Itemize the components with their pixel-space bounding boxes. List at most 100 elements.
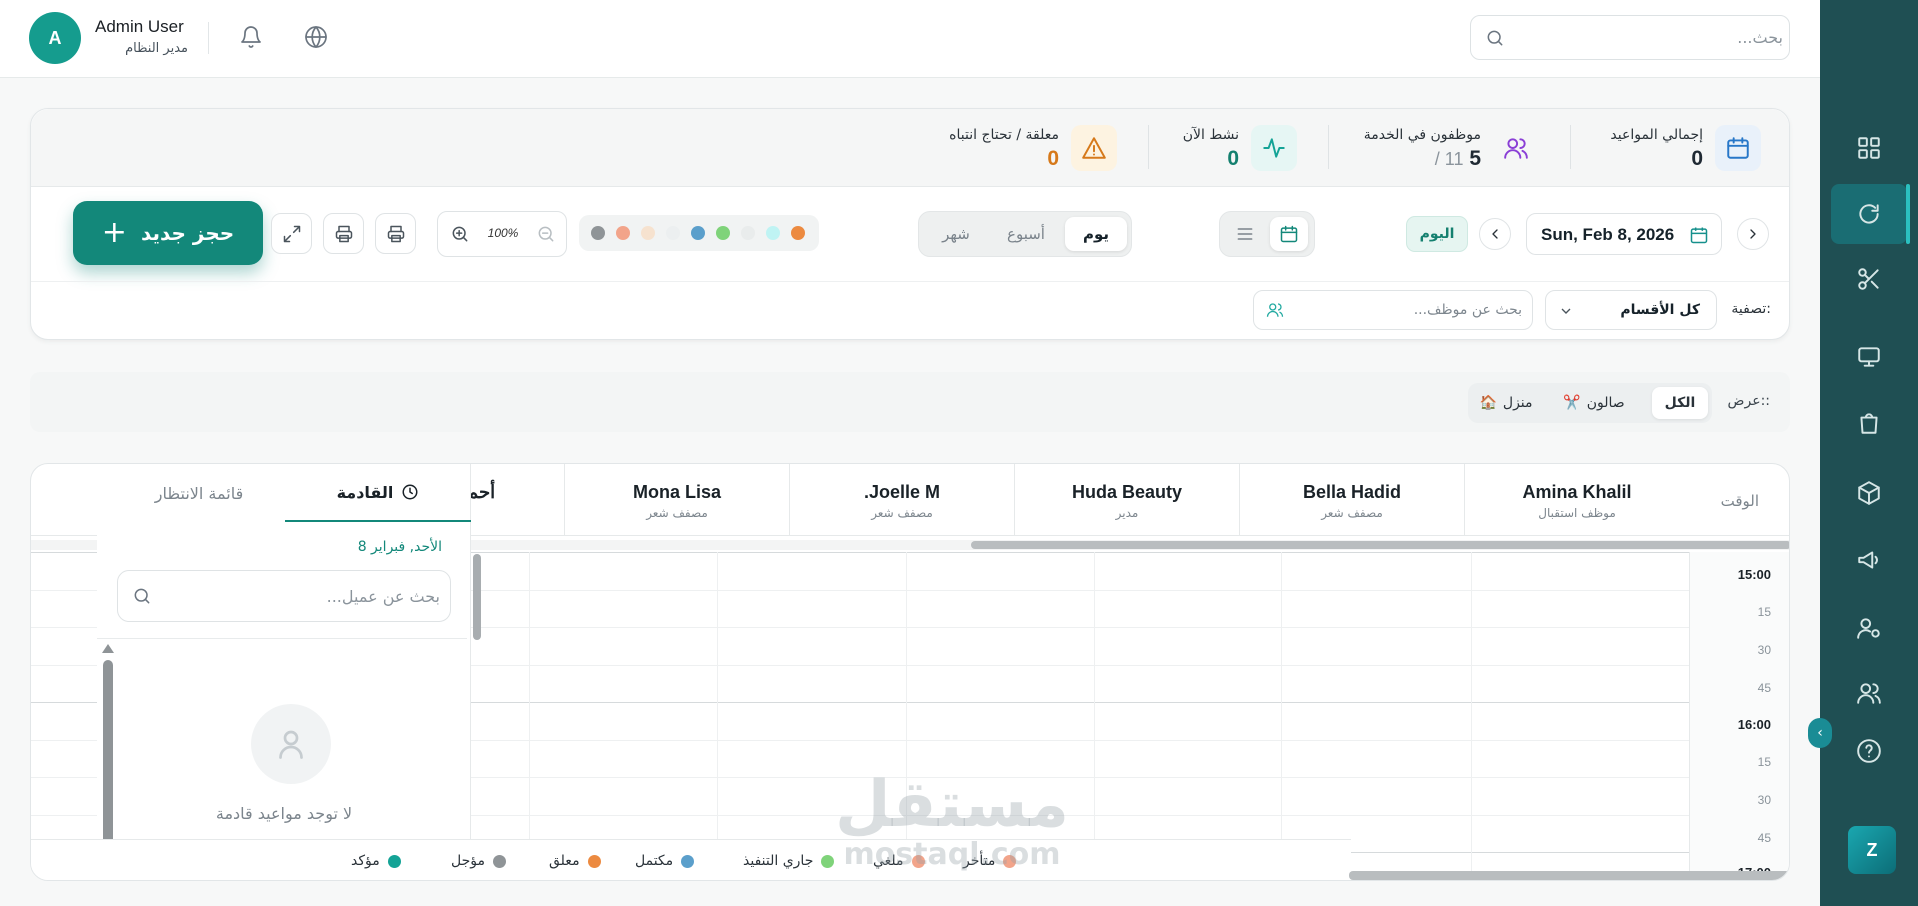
sidebar-item-products[interactable]	[1831, 463, 1907, 523]
date-picker[interactable]: Sun, Feb 8, 2026	[1526, 213, 1722, 255]
staff-column-header[interactable]: Huda Beauty مدير	[1014, 464, 1239, 536]
sidebar-item-pos[interactable]	[1831, 327, 1907, 387]
stat-count: 5	[1469, 147, 1481, 170]
users-icon	[1857, 683, 1881, 704]
staff-column-header[interactable]: Joelle M. مصفف شعر	[789, 464, 1014, 536]
print-schedule-button[interactable]	[375, 213, 416, 254]
zoom-out-icon	[538, 226, 554, 242]
package-box-icon	[1858, 481, 1880, 505]
sidebar-user-avatar[interactable]: Z	[1848, 826, 1896, 874]
stat-label: معلقة / تحتاج انتباه	[949, 127, 1059, 143]
dashboard-grid-icon	[1858, 137, 1880, 159]
column-divider	[529, 552, 530, 880]
calendar-view-button[interactable]	[1270, 217, 1308, 251]
top-bar: A Admin User مدير النظام	[0, 0, 1820, 78]
staff-role: مصفف شعر	[871, 506, 933, 520]
color-swatch[interactable]	[716, 226, 730, 240]
legend-label: مؤجل	[451, 853, 485, 869]
scrollbar-thumb[interactable]	[971, 541, 1789, 549]
color-swatch[interactable]	[616, 226, 630, 240]
display-option-label: منزل	[1502, 395, 1533, 411]
legend-dot	[493, 854, 506, 868]
client-search[interactable]	[117, 570, 451, 622]
department-select[interactable]: كل الأقسام	[1545, 290, 1717, 330]
staff-role: موظف استقبال	[1538, 506, 1616, 520]
calendar-icon	[1715, 125, 1761, 171]
color-swatch[interactable]	[691, 226, 705, 240]
divider	[1328, 125, 1329, 169]
display-option-home[interactable]: 🏠 منزل	[1470, 387, 1542, 419]
legend-dot	[1003, 854, 1017, 868]
panel-scrollbar[interactable]	[473, 554, 481, 640]
new-booking-button[interactable]: حجز جديد +	[73, 201, 263, 265]
stat-total: / 11	[1434, 149, 1464, 169]
color-swatch[interactable]	[791, 226, 805, 240]
layout-toggle	[1219, 211, 1315, 257]
color-swatch[interactable]	[591, 226, 605, 240]
tab-upcoming[interactable]: القادمة	[285, 464, 471, 522]
employee-search[interactable]	[1253, 290, 1533, 330]
employee-search-input[interactable]	[1294, 291, 1522, 329]
display-filter-bar: عرض:: الكل ✂️ صالون 🏠 منزل	[30, 372, 1790, 432]
print-button[interactable]	[323, 213, 364, 254]
zoom-out-button[interactable]	[536, 224, 556, 244]
staff-column-header[interactable]: Mona Lisa مصفف شعر	[564, 464, 789, 536]
sidebar-collapse-button[interactable]: ‹	[1808, 718, 1832, 748]
tab-week[interactable]: أسبوع	[995, 217, 1057, 251]
sidebar-item-marketing[interactable]	[1831, 530, 1907, 590]
staff-column-header[interactable]: Bella Hadid مصفف شعر	[1239, 464, 1464, 536]
zoom-in-button[interactable]	[450, 224, 470, 244]
sidebar-item-help[interactable]	[1831, 721, 1907, 781]
column-divider	[906, 552, 907, 880]
tab-month[interactable]: شهر	[925, 217, 987, 251]
sidebar-item-staff-settings[interactable]	[1831, 598, 1907, 658]
globe-icon	[305, 26, 327, 48]
today-button[interactable]: اليوم	[1406, 216, 1468, 252]
empty-user-icon	[251, 704, 331, 784]
color-swatch[interactable]	[641, 226, 655, 240]
color-swatch[interactable]	[766, 226, 780, 240]
next-date-button[interactable]	[1737, 218, 1769, 250]
new-booking-label: حجز جديد	[140, 221, 235, 245]
notifications-button[interactable]	[236, 22, 266, 52]
sidebar-item-services[interactable]	[1831, 249, 1907, 309]
sidebar-item-dashboard[interactable]	[1831, 118, 1907, 178]
stat-staff-on-duty: موظفون في الخدمة / 11 5	[1359, 125, 1539, 171]
display-option-all[interactable]: الكل	[1652, 387, 1708, 419]
tab-waitlist[interactable]: قائمة الانتظار	[117, 464, 281, 522]
global-search[interactable]	[1470, 15, 1790, 60]
search-icon	[132, 586, 152, 606]
legend-label: جاري التنفيذ	[743, 853, 814, 869]
client-search-input[interactable]	[164, 571, 440, 621]
staff-role: مصفف شعر	[646, 506, 708, 520]
tab-day[interactable]: يوم	[1065, 217, 1127, 251]
legend-label: مكتمل	[635, 853, 674, 869]
color-swatch[interactable]	[741, 226, 755, 240]
sidebar-item-shop[interactable]	[1831, 393, 1907, 453]
current-date: Sun, Feb 8, 2026	[1541, 225, 1675, 244]
zoom-control: 100%	[437, 211, 567, 257]
language-button[interactable]	[301, 22, 331, 52]
search-input[interactable]	[1515, 16, 1783, 59]
column-divider	[1471, 552, 1472, 880]
list-view-button[interactable]	[1226, 217, 1264, 251]
printer-icon	[387, 225, 404, 242]
refresh-icon	[1859, 204, 1879, 224]
legend-item: متأخر	[963, 853, 1017, 869]
legend-label: معلق	[549, 853, 580, 869]
stat-label: إجمالي المواعيد	[1610, 127, 1703, 143]
scroll-up-arrow[interactable]	[102, 644, 114, 653]
staff-column-header[interactable]: Amina Khalil موظف استقبال	[1464, 464, 1689, 536]
fullscreen-button[interactable]	[271, 213, 312, 254]
horizontal-scrollbar-bottom[interactable]	[1349, 871, 1789, 880]
stat-value: 0	[1227, 147, 1239, 170]
shopping-bag-icon	[1860, 413, 1878, 434]
color-swatch[interactable]	[666, 226, 680, 240]
sidebar-item-appointments[interactable]	[1831, 184, 1910, 244]
display-option-salon[interactable]: ✂️ صالون	[1548, 387, 1640, 419]
search-icon	[1485, 28, 1505, 48]
prev-date-button[interactable]	[1479, 218, 1511, 250]
sidebar-item-customers[interactable]	[1831, 663, 1907, 723]
staff-role: مصفف شعر	[1321, 506, 1383, 520]
avatar[interactable]: A	[29, 12, 81, 64]
